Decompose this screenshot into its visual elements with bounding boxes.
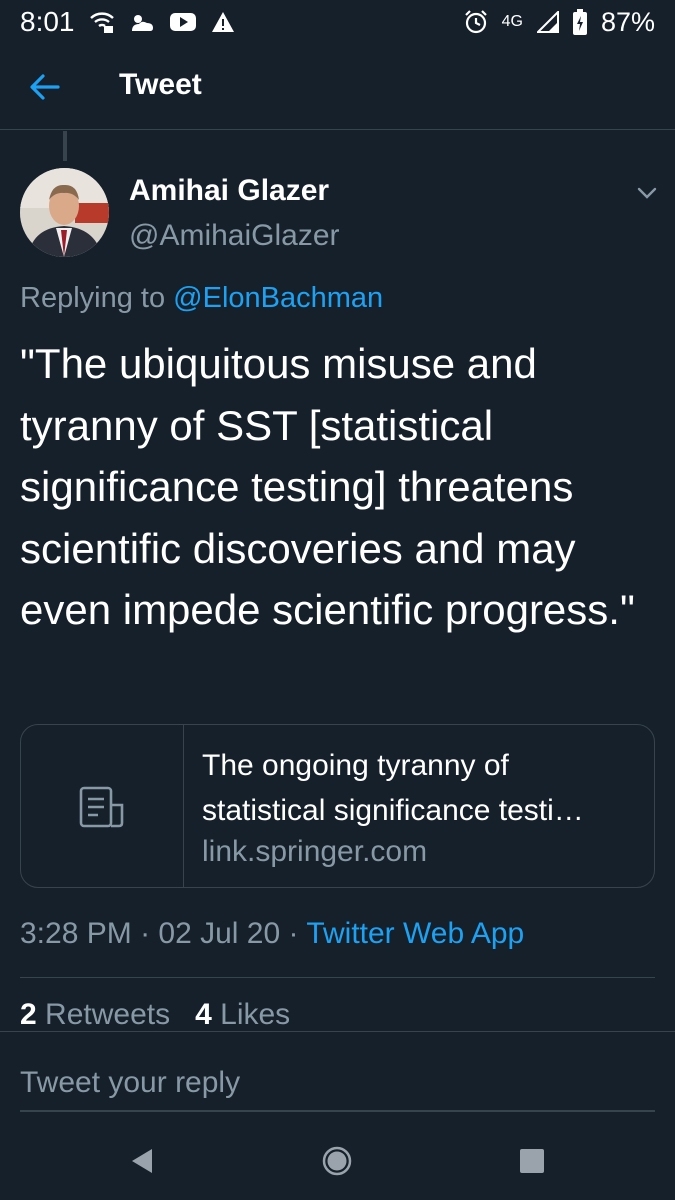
home-circle-icon	[322, 1146, 352, 1176]
divider	[20, 977, 655, 978]
meta-separator: ·	[288, 917, 299, 950]
warning-icon	[211, 11, 235, 33]
signal-icon	[536, 11, 559, 33]
alarm-icon	[464, 10, 488, 34]
tweet-stats: 2 Retweets 4 Likes	[20, 998, 290, 1032]
replying-to-link[interactable]: @ElonBachman	[173, 282, 383, 314]
network-type: 4G	[501, 13, 523, 30]
status-time: 8:01	[20, 6, 75, 37]
tweet-meta: 3:28 PM · 02 Jul 20 · Twitter Web App	[20, 917, 524, 951]
status-right: 4G 87%	[464, 7, 655, 38]
status-bar: 8:01 4G 87%	[0, 0, 675, 44]
link-card[interactable]: The ongoing tyranny of statistical signi…	[20, 724, 655, 888]
nav-home-button[interactable]	[319, 1143, 355, 1179]
card-thumbnail	[21, 725, 184, 887]
weather-icon	[129, 11, 155, 33]
retweets-label: Retweets	[45, 998, 171, 1031]
back-button[interactable]	[28, 71, 62, 103]
avatar[interactable]	[20, 168, 109, 257]
card-domain: link.springer.com	[202, 835, 428, 868]
author-handle[interactable]: @AmihaiGlazer	[129, 219, 340, 253]
nav-recents-button[interactable]	[514, 1143, 550, 1179]
tweet-date: 02 Jul 20	[158, 917, 281, 950]
tweet-options-button[interactable]	[632, 180, 662, 206]
battery-percentage: 87%	[600, 6, 655, 37]
meta-separator: ·	[140, 917, 151, 950]
tweet-source-link[interactable]: Twitter Web App	[306, 917, 524, 950]
card-title-line2: statistical significance testi…	[202, 794, 584, 827]
replying-prefix: Replying to	[20, 282, 166, 314]
battery-icon	[572, 9, 587, 35]
back-triangle-icon	[132, 1149, 152, 1173]
tweet-screen: 8:01 4G 87% Tweet Amihai Glazer @AmihaiG…	[0, 0, 675, 1200]
app-header: Tweet	[0, 44, 675, 130]
likes-count: 4	[195, 998, 212, 1031]
arrow-left-icon	[30, 74, 60, 100]
nav-back-button[interactable]	[124, 1143, 160, 1179]
system-nav-bar	[0, 1121, 675, 1200]
replying-to: Replying to @ElonBachman	[20, 282, 383, 315]
card-title-line1: The ongoing tyranny of	[202, 749, 509, 782]
likes-label: Likes	[220, 998, 291, 1031]
likes-stat[interactable]: 4 Likes	[195, 998, 290, 1031]
document-icon	[79, 786, 124, 828]
tweet-text: "The ubiquitous misuse and tyranny of SS…	[20, 340, 635, 633]
wifi-calling-icon	[89, 11, 115, 33]
retweets-stat[interactable]: 2 Retweets	[20, 998, 170, 1031]
chevron-down-icon	[637, 187, 657, 199]
reply-input[interactable]	[20, 1056, 655, 1112]
page-title: Tweet	[119, 68, 202, 101]
retweets-count: 2	[20, 998, 37, 1031]
status-left: 8:01	[20, 6, 235, 38]
reply-composer	[0, 1031, 675, 1121]
author-name[interactable]: Amihai Glazer	[129, 174, 329, 208]
thread-connector-line	[63, 131, 67, 161]
tweet-time: 3:28 PM	[20, 917, 132, 950]
recents-square-icon	[520, 1149, 544, 1173]
card-title: The ongoing tyranny of statistical signi…	[202, 743, 642, 833]
youtube-icon	[169, 11, 197, 33]
